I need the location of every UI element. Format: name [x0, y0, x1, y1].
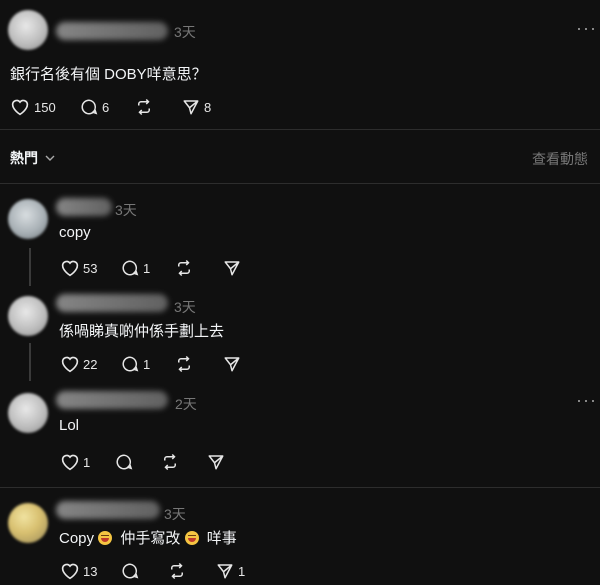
- heart-icon[interactable]: [60, 562, 80, 580]
- username[interactable]: [56, 22, 168, 40]
- reply-text-part: 咩事: [206, 530, 237, 547]
- reply-actions: 13 1: [60, 561, 260, 581]
- sort-label: 熱門: [10, 150, 38, 166]
- avatar[interactable]: [8, 199, 48, 239]
- post-time: 3天: [174, 24, 196, 40]
- reply-actions: 22 1: [60, 354, 260, 374]
- avatar[interactable]: [8, 503, 48, 543]
- thread-line: [29, 343, 31, 381]
- share-count: 1: [238, 564, 246, 579]
- avatar[interactable]: [8, 296, 48, 336]
- reply-text: Copy 仲手寫改 咩事: [59, 527, 237, 548]
- divider: [0, 487, 600, 488]
- heart-icon[interactable]: [60, 259, 80, 277]
- repost-icon[interactable]: [175, 259, 193, 277]
- username[interactable]: [56, 501, 160, 519]
- reply-time: 3天: [174, 299, 196, 315]
- like-count: 53: [83, 261, 98, 276]
- more-options-icon[interactable]: ···: [576, 18, 597, 39]
- chevron-down-icon: [45, 155, 55, 162]
- heart-icon[interactable]: [10, 98, 30, 116]
- comment-count: 1: [143, 261, 151, 276]
- avatar[interactable]: [8, 393, 48, 433]
- heart-icon[interactable]: [60, 453, 80, 471]
- view-activity-link[interactable]: 查看動態: [532, 149, 588, 169]
- repost-icon[interactable]: [175, 355, 193, 373]
- thread-line: [29, 248, 31, 286]
- avatar[interactable]: [8, 10, 48, 50]
- reply-text: copy: [59, 224, 91, 241]
- share-icon[interactable]: [223, 259, 241, 277]
- share-icon[interactable]: [223, 355, 241, 373]
- grinning-face-icon: [184, 531, 199, 545]
- post-text: 銀行名後有個 DOBY咩意思？: [10, 66, 207, 83]
- post-actions: 150 6 8: [10, 97, 310, 117]
- comment-count: 6: [102, 100, 110, 115]
- reply-actions: 53 1: [60, 258, 260, 278]
- like-count: 150: [34, 100, 56, 115]
- more-options-icon[interactable]: ···: [576, 390, 597, 411]
- reply-time: 3天: [164, 506, 186, 522]
- share-icon[interactable]: [182, 98, 200, 116]
- divider: [0, 129, 600, 130]
- comment-icon[interactable]: [121, 259, 139, 277]
- share-icon[interactable]: [216, 562, 234, 580]
- reply-time: 3天: [115, 202, 137, 218]
- repost-icon[interactable]: [161, 453, 179, 471]
- share-count: 8: [204, 100, 212, 115]
- comment-icon[interactable]: [80, 98, 98, 116]
- share-icon[interactable]: [207, 453, 225, 471]
- reply-text: 係喎睇真啲仲係手劃上去: [59, 323, 225, 340]
- repost-icon[interactable]: [168, 562, 186, 580]
- username[interactable]: [56, 391, 168, 409]
- comment-icon[interactable]: [121, 562, 139, 580]
- grinning-face-icon: [98, 531, 113, 545]
- like-count: 13: [83, 564, 98, 579]
- reply-text-part: 仲手寫改: [120, 530, 181, 547]
- heart-icon[interactable]: [60, 355, 80, 373]
- reply-time: 2天: [175, 396, 197, 412]
- comment-icon[interactable]: [115, 453, 133, 471]
- reply-text: Lol: [59, 417, 80, 434]
- reply-actions: 1: [60, 452, 260, 472]
- username[interactable]: [56, 294, 168, 312]
- like-count: 22: [83, 357, 98, 372]
- comment-icon[interactable]: [121, 355, 139, 373]
- comment-count: 1: [143, 357, 151, 372]
- like-count: 1: [83, 455, 91, 470]
- sort-dropdown[interactable]: 熱門: [10, 148, 55, 168]
- username[interactable]: [56, 198, 112, 216]
- repost-icon[interactable]: [135, 98, 153, 116]
- reply-text-part: Copy: [59, 530, 95, 547]
- divider: [0, 183, 600, 184]
